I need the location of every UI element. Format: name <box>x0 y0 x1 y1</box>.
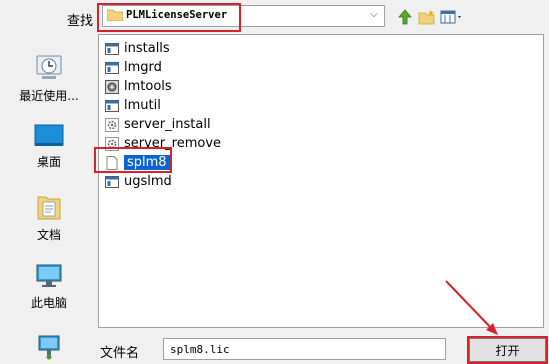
window-icon <box>105 61 119 74</box>
list-item[interactable]: installs <box>105 39 170 58</box>
recent-icon <box>36 55 62 79</box>
place-network[interactable] <box>10 332 88 360</box>
file-name: installs <box>124 41 170 56</box>
file-name: server_install <box>124 117 211 132</box>
place-label: 桌面 <box>36 155 61 169</box>
list-item[interactable]: lmtools <box>105 77 172 96</box>
place-label: 文档 <box>36 228 61 242</box>
chevron-down-icon[interactable]: ⌵ <box>370 9 378 20</box>
new-folder-icon <box>418 10 435 25</box>
computer-icon <box>36 264 62 287</box>
documents-icon <box>37 196 61 220</box>
up-folder-button[interactable] <box>396 8 414 26</box>
place-recent[interactable]: 最近使用... <box>10 52 88 104</box>
annotation-arrow-icon <box>445 280 498 335</box>
gear-icon <box>105 117 119 132</box>
place-label: 最近使用... <box>19 89 79 103</box>
desktop-icon <box>34 124 64 146</box>
selection-highlight-box <box>94 147 172 173</box>
up-arrow-icon <box>398 9 412 25</box>
window-icon <box>105 42 119 55</box>
list-item[interactable]: server_install <box>105 115 211 134</box>
new-folder-button[interactable] <box>417 8 437 26</box>
filename-label: 文件名 <box>100 346 140 361</box>
file-name: ugslmd <box>124 174 172 189</box>
view-menu-button[interactable] <box>439 8 465 26</box>
place-documents[interactable]: 文档 <box>10 193 88 243</box>
file-name: lmtools <box>124 79 172 94</box>
window-icon <box>105 99 119 112</box>
place-label: 此电脑 <box>30 296 67 310</box>
look-in-label: 查找 <box>67 14 94 29</box>
list-item[interactable]: ugslmd <box>105 172 172 191</box>
network-icon <box>38 335 60 360</box>
place-desktop[interactable]: 桌面 <box>10 124 88 170</box>
file-name: lmutil <box>124 98 161 113</box>
view-grid-icon <box>440 10 461 24</box>
tools-icon <box>105 79 119 94</box>
list-item[interactable]: lmgrd <box>105 58 162 77</box>
path-highlight-box <box>97 3 241 32</box>
window-icon <box>105 175 119 188</box>
list-item[interactable]: lmutil <box>105 96 161 115</box>
filename-input[interactable] <box>163 338 446 360</box>
file-name: lmgrd <box>124 60 162 75</box>
place-computer[interactable]: 此电脑 <box>10 263 88 311</box>
